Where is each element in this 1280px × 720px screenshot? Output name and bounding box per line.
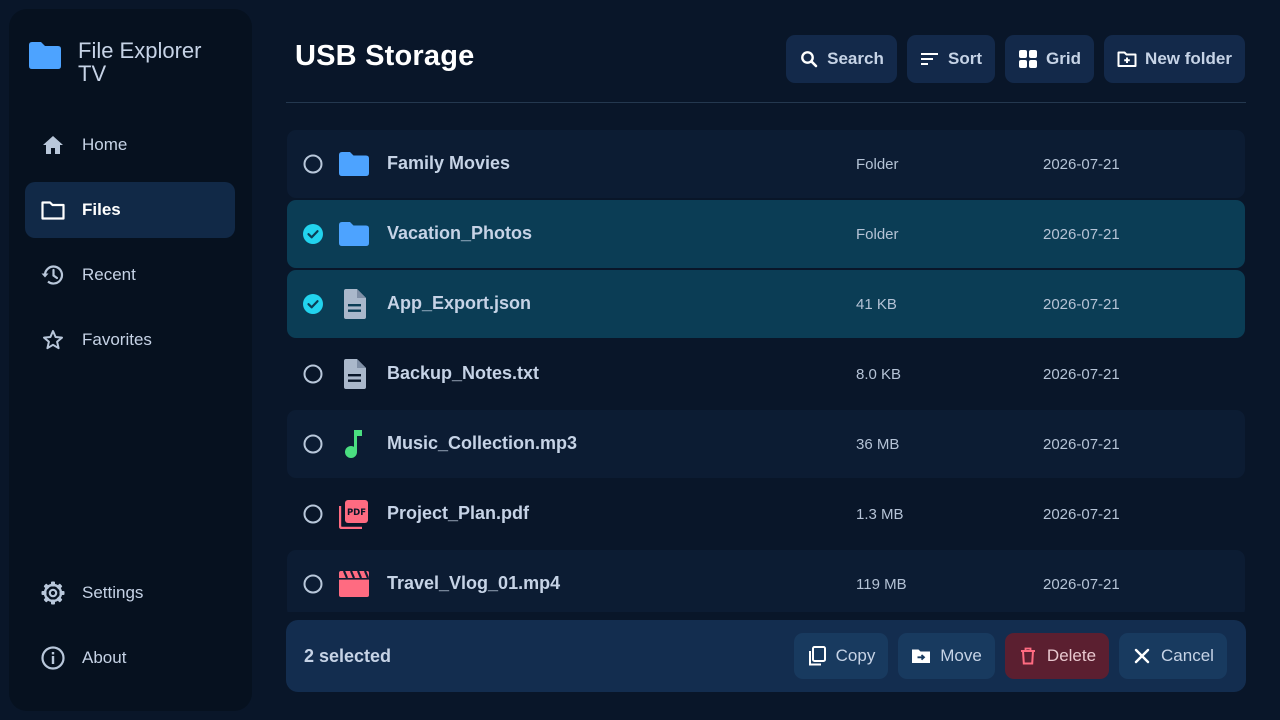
file-name: Travel_Vlog_01.mp4 (387, 573, 561, 593)
file-type: 36 MB (856, 436, 900, 453)
sort-button[interactable]: Sort (907, 35, 995, 83)
file-date: 2026-07-21 (1043, 576, 1120, 593)
document-icon (338, 358, 370, 390)
grid-button-label: Grid (1046, 49, 1081, 68)
move-folder-icon (911, 646, 931, 666)
file-row[interactable]: Music_Collection.mp3 36 MB 2026-07-21 (287, 410, 1245, 478)
sidebar-item-label: Favorites (82, 330, 152, 349)
file-row[interactable]: Backup_Notes.txt 8.0 KB 2026-07-21 (287, 340, 1245, 408)
file-date: 2026-07-21 (1043, 506, 1120, 523)
file-type: Folder (856, 156, 899, 173)
file-name: Family Movies (387, 153, 511, 173)
file-date: 2026-07-21 (1043, 366, 1120, 383)
sidebar-item-label: About (82, 648, 127, 667)
file-row[interactable]: App_Export.json 41 KB 2026-07-21 (287, 270, 1245, 338)
checked-circle-icon[interactable] (303, 294, 323, 314)
file-date: 2026-07-21 (1043, 226, 1120, 243)
new-folder-button[interactable]: New folder (1104, 35, 1245, 83)
header-divider (286, 102, 1246, 103)
sidebar: File Explorer TV Home Files Recent Favor… (9, 9, 252, 711)
selected-count: 2 selected (304, 646, 392, 666)
document-icon (338, 288, 370, 320)
grid-view-button[interactable]: Grid (1005, 35, 1094, 83)
sidebar-item-home[interactable]: Home (25, 117, 235, 173)
new-folder-icon (1117, 49, 1137, 69)
home-icon (40, 132, 66, 158)
file-type: 119 MB (856, 576, 907, 593)
file-type: Folder (856, 226, 899, 243)
sidebar-item-settings[interactable]: Settings (25, 565, 235, 621)
sidebar-item-favorites[interactable]: Favorites (25, 312, 235, 368)
file-date: 2026-07-21 (1043, 156, 1120, 173)
file-type: 8.0 KB (856, 366, 902, 383)
checked-circle-icon[interactable] (303, 224, 323, 244)
svg-text:PDF: PDF (347, 508, 366, 518)
sidebar-item-about[interactable]: About (25, 630, 235, 686)
file-type: 41 KB (856, 296, 897, 313)
file-list: Family Movies Folder 2026-07-21 Vacation… (287, 130, 1245, 612)
delete-button[interactable]: Delete (1005, 633, 1109, 679)
search-icon (799, 49, 819, 69)
file-name: Vacation_Photos (387, 223, 533, 243)
sidebar-item-recent[interactable]: Recent (25, 247, 235, 303)
copy-button[interactable]: Copy (794, 633, 888, 679)
new-folder-button-label: New folder (1145, 49, 1232, 68)
gear-icon (40, 580, 66, 606)
file-name: App_Export.json (387, 293, 532, 313)
cancel-button-label: Cancel (1161, 646, 1214, 665)
sidebar-item-label: Home (82, 135, 128, 154)
file-name: Project_Plan.pdf (387, 503, 530, 523)
move-button-label: Move (940, 646, 982, 665)
file-name: Backup_Notes.txt (387, 363, 540, 383)
grid-icon (1018, 49, 1038, 69)
history-icon (40, 262, 66, 288)
folder-icon (338, 148, 370, 180)
search-button[interactable]: Search (786, 35, 897, 83)
file-row[interactable]: Family Movies Folder 2026-07-21 (287, 130, 1245, 198)
trash-icon (1018, 646, 1038, 666)
sidebar-item-label: Settings (82, 583, 144, 602)
app-root: File Explorer TV Home Files Recent Favor… (0, 0, 1280, 720)
unchecked-circle-icon[interactable] (303, 574, 323, 594)
sort-button-label: Sort (948, 49, 982, 68)
delete-button-label: Delete (1046, 646, 1097, 665)
sidebar-item-label: Files (82, 200, 121, 219)
folder-logo-icon (29, 42, 61, 69)
cancel-button[interactable]: Cancel (1119, 633, 1227, 679)
file-type: 1.3 MB (856, 506, 904, 523)
folder-outline-icon (40, 197, 66, 223)
selection-action-bar: 2 selected Copy Move Delete Cancel (286, 620, 1246, 692)
folder-icon (338, 218, 370, 250)
file-name: Music_Collection.mp3 (387, 433, 578, 453)
file-date: 2026-07-21 (1043, 296, 1120, 313)
unchecked-circle-icon[interactable] (303, 504, 323, 524)
copy-icon (807, 646, 827, 666)
sidebar-item-files[interactable]: Files (25, 182, 235, 238)
file-row[interactable]: PDF Project_Plan.pdf 1.3 MB 2026-07-21 (287, 480, 1245, 548)
move-button[interactable]: Move (898, 633, 995, 679)
unchecked-circle-icon[interactable] (303, 434, 323, 454)
unchecked-circle-icon[interactable] (303, 364, 323, 384)
copy-button-label: Copy (835, 646, 876, 665)
star-icon (40, 327, 66, 353)
music-note-icon (338, 428, 370, 460)
page-title: USB Storage (295, 40, 475, 72)
sort-icon (920, 49, 940, 69)
file-date: 2026-07-21 (1043, 436, 1120, 453)
info-icon (40, 645, 66, 671)
video-icon (338, 568, 370, 600)
search-button-label: Search (827, 49, 884, 68)
file-row[interactable]: Travel_Vlog_01.mp4 119 MB 2026-07-21 (287, 550, 1245, 612)
pdf-icon: PDF (338, 498, 370, 530)
app-title: File Explorer TV (78, 38, 202, 86)
close-icon (1132, 646, 1152, 666)
brand: File Explorer TV (27, 39, 228, 85)
sidebar-item-label: Recent (82, 265, 136, 284)
file-row[interactable]: Vacation_Photos Folder 2026-07-21 (287, 200, 1245, 268)
unchecked-circle-icon[interactable] (303, 154, 323, 174)
